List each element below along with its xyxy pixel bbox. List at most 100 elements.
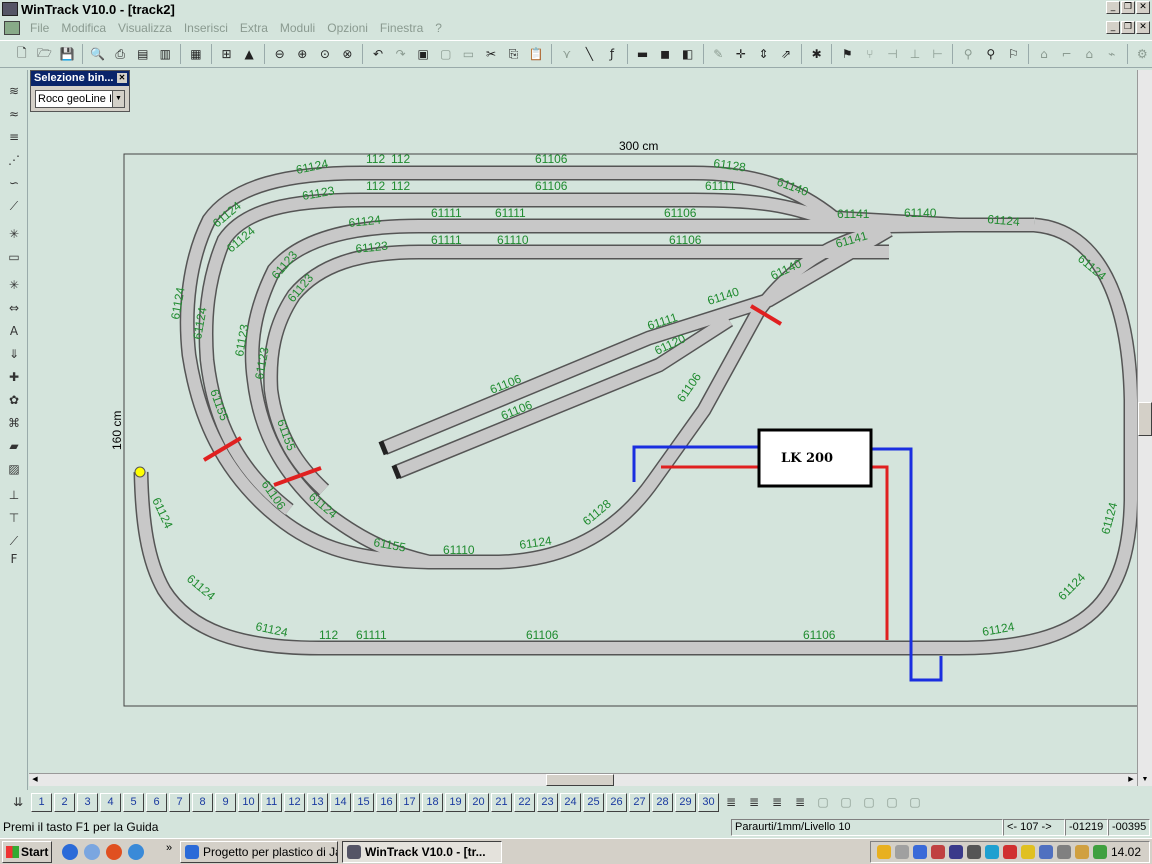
copy-icon[interactable]: ⎘ <box>504 44 524 64</box>
tray-10-icon[interactable] <box>1039 845 1053 859</box>
tray-4-icon[interactable] <box>931 845 945 859</box>
layer-button[interactable]: 8 <box>192 792 213 812</box>
doc-restore-button[interactable]: ❐ <box>1121 21 1135 34</box>
settings-icon[interactable]: ⚙ <box>1133 44 1152 64</box>
outlook-icon[interactable] <box>84 844 100 860</box>
measure-icon[interactable]: ✎ <box>709 44 729 64</box>
tree-icon[interactable]: ⌁ <box>1102 44 1122 64</box>
layer-b-icon[interactable]: ▢ <box>836 793 856 812</box>
zoom-window-icon[interactable]: ⊙ <box>315 44 335 64</box>
scroll-right-icon[interactable]: ▶ <box>1125 774 1137 786</box>
layer-button[interactable]: 17 <box>399 792 420 812</box>
doc-close-button[interactable]: ✕ <box>1136 21 1150 34</box>
insert-tool-11-icon[interactable]: ⊤ <box>5 509 23 527</box>
ungroup-icon[interactable]: ◧ <box>678 44 698 64</box>
layer-button[interactable]: 26 <box>606 792 627 812</box>
layer-grey-icon[interactable]: ≣ <box>767 793 787 812</box>
layer-button[interactable]: 27 <box>629 792 650 812</box>
layer-button[interactable]: 15 <box>353 792 374 812</box>
font-tool-icon[interactable]: F <box>5 550 23 568</box>
layer-select-icon[interactable]: ≣ <box>790 793 810 812</box>
layer-button[interactable]: 29 <box>675 792 696 812</box>
zoom-all-icon[interactable]: ⊗ <box>338 44 358 64</box>
player-icon[interactable] <box>128 844 144 860</box>
layer-button[interactable]: 19 <box>445 792 466 812</box>
group-icon[interactable]: ◼ <box>655 44 675 64</box>
track-system-select[interactable]: Roco geoLine I ▼ <box>35 90 125 108</box>
layer-button[interactable]: 18 <box>422 792 443 812</box>
vertical-scroll-thumb[interactable] <box>1138 402 1152 436</box>
track-cross-icon[interactable]: ⊢ <box>928 44 948 64</box>
insert-tool-12-icon[interactable]: ⟋ <box>5 532 23 550</box>
drawing-canvas[interactable]: 300 cm 160 cm LK 200 61124 112 112 61106… <box>29 70 1137 773</box>
insert-tool-8-icon[interactable]: ⌘ <box>5 414 23 432</box>
zoom-in-icon[interactable]: ⊕ <box>292 44 312 64</box>
insert-tool-3-icon[interactable]: ✳ <box>5 276 23 294</box>
layer-button[interactable]: 4 <box>100 792 121 812</box>
doc-minimize-button[interactable]: _ <box>1106 21 1120 34</box>
track-tool-1-icon[interactable]: ≋ <box>5 82 23 100</box>
start-button[interactable]: Start <box>2 841 52 863</box>
undo-icon[interactable]: ↶ <box>368 44 388 64</box>
task-button-browser[interactable]: Progetto per plastico di Ja... <box>180 841 338 863</box>
menu-help[interactable]: ? <box>435 21 442 35</box>
connect-icon[interactable]: ✛ <box>731 44 751 64</box>
print-preview-icon[interactable]: 🔍 <box>88 44 108 64</box>
minimize-button[interactable]: _ <box>1106 1 1120 14</box>
layer-button[interactable]: 9 <box>215 792 236 812</box>
cut-icon[interactable]: ✂ <box>481 44 501 64</box>
layer-red-icon[interactable]: ≣ <box>744 793 764 812</box>
print-icon[interactable]: ⎙ <box>110 44 130 64</box>
layer-button[interactable]: 10 <box>238 792 259 812</box>
layer-button[interactable]: 20 <box>468 792 489 812</box>
curve-track-icon[interactable]: ƒ <box>602 44 622 64</box>
layer-d-icon[interactable]: ▢ <box>882 793 902 812</box>
layer-button[interactable]: 1 <box>31 792 52 812</box>
insert-tool-2-icon[interactable]: ▭ <box>5 248 23 266</box>
track-plan[interactable]: 300 cm 160 cm LK 200 61124 112 112 61106… <box>29 70 1137 773</box>
insert-tool-7-icon[interactable]: ✿ <box>5 391 23 409</box>
layer-button[interactable]: 25 <box>583 792 604 812</box>
open-folder-icon[interactable]: 🗁 <box>35 44 55 64</box>
layer-button[interactable]: 12 <box>284 792 305 812</box>
menu-extra[interactable]: Extra <box>240 21 268 35</box>
track-tool-3-icon[interactable]: ≡ <box>5 128 23 146</box>
height-icon[interactable]: ⇕ <box>754 44 774 64</box>
tray-7-icon[interactable] <box>985 845 999 859</box>
tray-3-icon[interactable] <box>913 845 927 859</box>
wall-icon[interactable]: ⌐ <box>1057 44 1077 64</box>
tray-13-icon[interactable] <box>1093 845 1107 859</box>
insert-tool-10-icon[interactable]: ⊥ <box>5 486 23 504</box>
horizontal-scrollbar[interactable]: ◀ ▶ <box>29 773 1137 786</box>
layer-button[interactable]: 22 <box>514 792 535 812</box>
layer-button[interactable]: 28 <box>652 792 673 812</box>
menu-finestra[interactable]: Finestra <box>380 21 423 35</box>
media-icon[interactable] <box>106 844 122 860</box>
list-icon[interactable]: ▥ <box>156 44 176 64</box>
horizontal-scroll-thumb[interactable] <box>546 774 614 786</box>
layer-button[interactable]: 30 <box>698 792 719 812</box>
landscape-edit-icon[interactable]: ⌂ <box>1034 44 1054 64</box>
menu-file[interactable]: File <box>30 21 49 35</box>
layer-button[interactable]: 13 <box>307 792 328 812</box>
scroll-left-icon[interactable]: ◀ <box>29 774 41 786</box>
layer-icon[interactable]: ▬ <box>633 44 653 64</box>
paste-icon[interactable]: 📋 <box>526 44 546 64</box>
layers-stack-icon[interactable]: ≣ <box>721 793 741 812</box>
menu-moduli[interactable]: Moduli <box>280 21 315 35</box>
vertical-scrollbar[interactable]: ▼ <box>1137 70 1152 786</box>
switch-icon[interactable]: ⑂ <box>860 44 880 64</box>
track-tool-6-icon[interactable]: ⟋ <box>5 197 23 215</box>
layer-button[interactable]: 16 <box>376 792 397 812</box>
layer-button[interactable]: 6 <box>146 792 167 812</box>
library-icon[interactable]: ▦ <box>186 44 206 64</box>
zoom-out-icon[interactable]: ⊖ <box>270 44 290 64</box>
app-icon[interactable] <box>2 2 18 16</box>
chevron-down-icon[interactable]: ▼ <box>112 91 124 107</box>
gradient-icon[interactable]: ⇗ <box>776 44 796 64</box>
copy-format-icon[interactable]: ▢ <box>436 44 456 64</box>
pin-icon[interactable]: ⚲ <box>958 44 978 64</box>
insert-tool-5-icon[interactable]: ⇓ <box>5 345 23 363</box>
tray-5-icon[interactable] <box>949 845 963 859</box>
layer-button[interactable]: 11 <box>261 792 282 812</box>
